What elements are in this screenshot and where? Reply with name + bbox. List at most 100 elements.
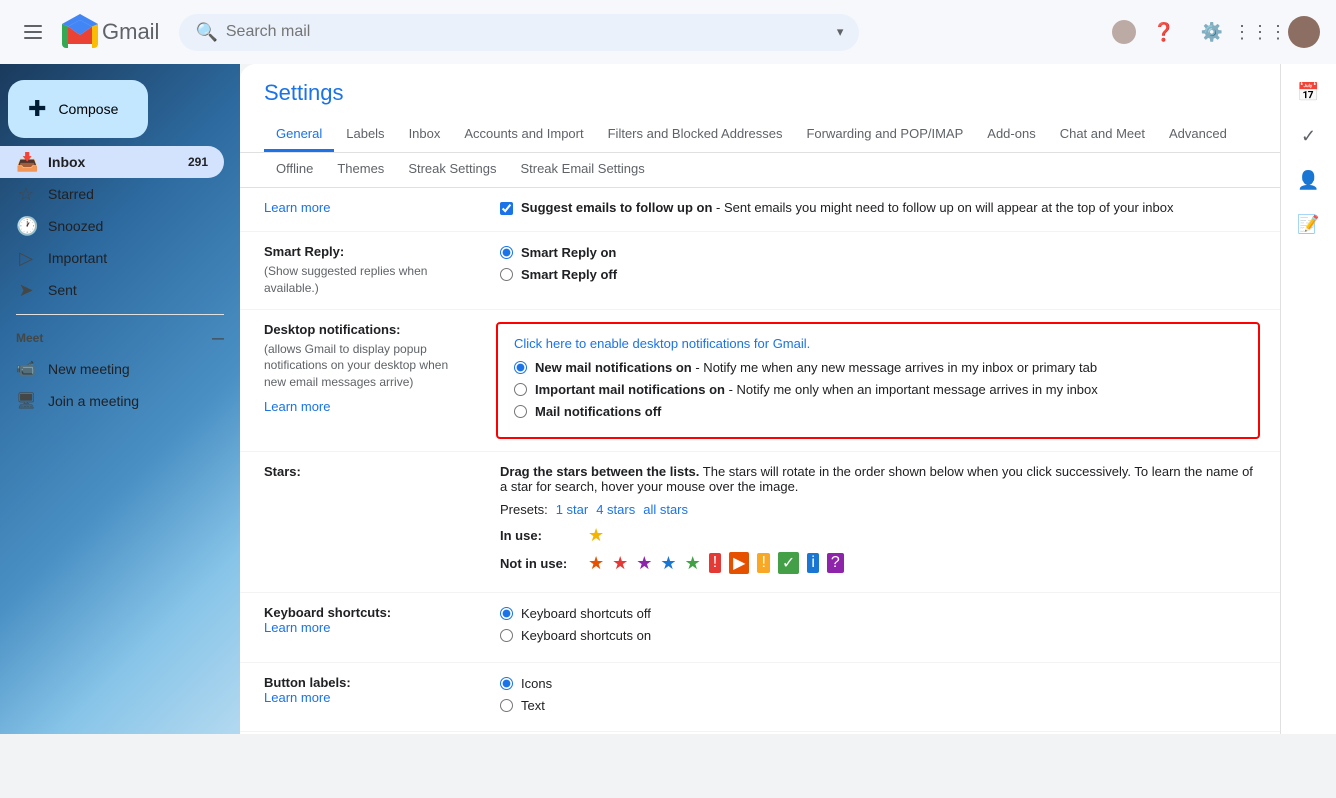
compose-button[interactable]: ✚ Compose <box>8 80 148 138</box>
settings-title: Settings <box>264 80 1256 106</box>
apps-button[interactable]: ⋮⋮⋮ <box>1240 12 1280 52</box>
star-not-use-4[interactable]: ★ <box>660 553 676 574</box>
tab-chat[interactable]: Chat and Meet <box>1048 118 1157 152</box>
top-bar: Gmail 🔍 ▾ ❓ ⚙️ ⋮⋮⋮ <box>0 0 1336 64</box>
stars-in-use-row: In use: ★ <box>500 525 1256 546</box>
search-icon: 🔍 <box>195 22 217 43</box>
sidebar-label-important: Important <box>48 250 107 266</box>
important-mail-on-label[interactable]: Important mail notifications on - Notify… <box>535 381 1098 399</box>
tab-inbox[interactable]: Inbox <box>397 118 453 152</box>
right-icon-keep[interactable]: 📝 <box>1289 204 1329 244</box>
in-use-label: In use: <box>500 528 580 543</box>
sidebar-item-join-meeting[interactable]: 🖥 Join a meeting <box>0 385 240 417</box>
sidebar-item-snoozed[interactable]: 🕐 Snoozed <box>0 210 224 242</box>
tab-general[interactable]: General <box>264 118 334 152</box>
preset-1star[interactable]: 1 star <box>556 502 589 517</box>
subtab-streak[interactable]: Streak Settings <box>396 153 508 187</box>
subtab-streak-email[interactable]: Streak Email Settings <box>508 153 656 187</box>
shortcuts-off-option: Keyboard shortcuts off <box>500 605 1256 623</box>
right-icon-tasks[interactable]: ✓ <box>1289 116 1329 156</box>
right-icon-contacts[interactable]: 👤 <box>1289 160 1329 200</box>
top-right-actions: ❓ ⚙️ ⋮⋮⋮ <box>1112 12 1320 52</box>
shortcuts-off-radio[interactable] <box>500 607 513 620</box>
sidebar-item-starred[interactable]: ☆ Starred <box>0 178 224 210</box>
important-mail-notifications-radio[interactable] <box>514 383 527 396</box>
smart-reply-off-radio[interactable] <box>500 268 513 281</box>
help-button[interactable]: ❓ <box>1144 12 1184 52</box>
sidebar-item-new-meeting[interactable]: 📹 New meeting <box>0 353 240 385</box>
settings-tabs: General Labels Inbox Accounts and Import… <box>264 118 1256 152</box>
star-not-use-5[interactable]: ★ <box>685 553 701 574</box>
desktop-notifications-row: Desktop notifications: (allows Gmail to … <box>240 310 1280 453</box>
subtab-offline[interactable]: Offline <box>264 153 325 187</box>
important-mail-on-option: Important mail notifications on - Notify… <box>514 381 1242 399</box>
tab-forwarding[interactable]: Forwarding and POP/IMAP <box>794 118 975 152</box>
button-labels-learn-more[interactable]: Learn more <box>264 690 330 705</box>
new-mail-notifications-radio[interactable] <box>514 361 527 374</box>
user-avatar[interactable] <box>1288 16 1320 48</box>
meet-collapse-icon[interactable]: — <box>212 331 224 345</box>
keyboard-shortcuts-row: Keyboard shortcuts: Learn more Keyboard … <box>240 593 1280 662</box>
tab-advanced[interactable]: Advanced <box>1157 118 1239 152</box>
star-not-use-arrow-orange[interactable]: ▶ <box>729 552 749 574</box>
shortcuts-on-label[interactable]: Keyboard shortcuts on <box>521 627 651 645</box>
smart-reply-on-label[interactable]: Smart Reply on <box>521 244 616 262</box>
settings-button[interactable]: ⚙️ <box>1192 12 1232 52</box>
hamburger-menu[interactable] <box>16 17 50 47</box>
desktop-notifications-label: Desktop notifications: <box>264 322 468 337</box>
tab-labels[interactable]: Labels <box>334 118 396 152</box>
tab-accounts[interactable]: Accounts and Import <box>452 118 595 152</box>
keyboard-shortcuts-label: Keyboard shortcuts: <box>264 605 468 620</box>
sidebar-item-sent[interactable]: ➤ Sent <box>0 274 224 306</box>
preset-allstars[interactable]: all stars <box>643 502 688 517</box>
smart-reply-sublabel: (Show suggested replies when available.) <box>264 263 468 297</box>
smart-reply-off-label[interactable]: Smart Reply off <box>521 266 617 284</box>
account-avatar-small[interactable] <box>1112 20 1136 44</box>
button-icons-radio[interactable] <box>500 677 513 690</box>
star-not-use-exclaim-red[interactable]: ! <box>709 553 721 573</box>
desktop-notifications-learn-more[interactable]: Learn more <box>264 399 468 414</box>
new-mail-on-label[interactable]: New mail notifications on - Notify me wh… <box>535 359 1097 377</box>
suggest-emails-label[interactable]: Suggest emails to follow up on - Sent em… <box>521 200 1173 215</box>
mail-notifications-off-radio[interactable] <box>514 405 527 418</box>
search-dropdown-icon[interactable]: ▾ <box>837 24 844 40</box>
suggest-emails-learn-more[interactable]: Learn more <box>264 200 330 215</box>
star-not-use-question-purple[interactable]: ? <box>827 553 844 573</box>
sidebar: ✚ Compose 📥 Inbox 291 ☆ Starred 🕐 Snooze… <box>0 64 240 734</box>
tab-filters[interactable]: Filters and Blocked Addresses <box>596 118 795 152</box>
gmail-m-icon <box>62 14 98 50</box>
search-bar[interactable]: 🔍 ▾ <box>179 14 859 51</box>
sent-icon: ➤ <box>16 280 36 301</box>
button-text-label[interactable]: Text <box>521 697 545 715</box>
star-not-use-3[interactable]: ★ <box>636 553 652 574</box>
star-not-use-info-blue[interactable]: i <box>807 553 819 573</box>
suggest-emails-checkbox[interactable] <box>500 202 513 215</box>
notifications-highlighted-box: Click here to enable desktop notificatio… <box>496 322 1260 440</box>
button-icons-label[interactable]: Icons <box>521 675 552 693</box>
shortcuts-off-label[interactable]: Keyboard shortcuts off <box>521 605 651 623</box>
presets-label: Presets: <box>500 502 548 517</box>
keyboard-shortcuts-learn-more[interactable]: Learn more <box>264 620 330 635</box>
shortcuts-on-radio[interactable] <box>500 629 513 642</box>
star-not-use-2[interactable]: ★ <box>612 553 628 574</box>
gmail-logo: Gmail <box>62 14 159 50</box>
star-in-use-1[interactable]: ★ <box>588 525 604 546</box>
suggest-emails-row: Learn more Suggest emails to follow up o… <box>240 188 1280 232</box>
subtab-themes[interactable]: Themes <box>325 153 396 187</box>
button-text-radio[interactable] <box>500 699 513 712</box>
smart-reply-label: Smart Reply: <box>264 244 468 259</box>
mail-off-label[interactable]: Mail notifications off <box>535 403 661 421</box>
search-input[interactable] <box>226 23 829 41</box>
preset-4stars[interactable]: 4 stars <box>596 502 635 517</box>
enable-desktop-notifications-link[interactable]: Click here to enable desktop notificatio… <box>514 336 1242 351</box>
star-not-use-1[interactable]: ★ <box>588 553 604 574</box>
tab-addons[interactable]: Add-ons <box>975 118 1047 152</box>
compose-label: Compose <box>58 101 118 117</box>
sidebar-item-important[interactable]: ▷ Important <box>0 242 224 274</box>
smart-reply-on-radio[interactable] <box>500 246 513 259</box>
star-not-use-check-green[interactable]: ✓ <box>778 552 799 574</box>
join-meeting-icon: 🖥 <box>16 391 36 411</box>
right-icon-calendar[interactable]: 📅 <box>1289 72 1329 112</box>
sidebar-item-inbox[interactable]: 📥 Inbox 291 <box>0 146 224 178</box>
star-not-use-exclaim-yellow[interactable]: ! <box>757 553 769 573</box>
